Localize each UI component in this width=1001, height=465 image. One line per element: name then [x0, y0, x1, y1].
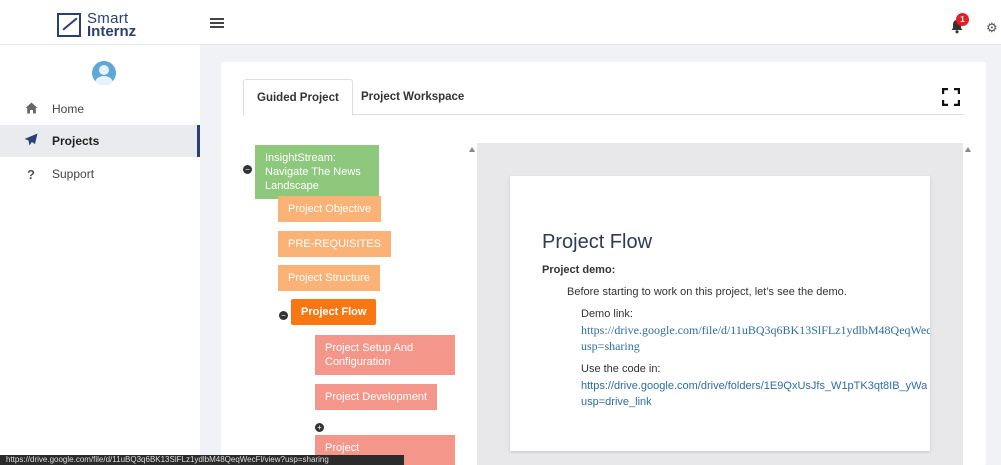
brand-line-2: Internz [87, 23, 137, 40]
code-link-continued[interactable]: usp=drive_link [581, 396, 652, 408]
doc-title: Project Flow [542, 231, 653, 253]
menu-toggle-icon[interactable] [210, 18, 224, 28]
sidebar-item-label: Home [52, 102, 85, 116]
brand-name: Smart Internz [87, 11, 137, 40]
tree-node-development[interactable]: Project Development [315, 384, 438, 410]
notification-badge: 1 [956, 13, 969, 26]
tree-node-objective[interactable]: Project Objective [278, 196, 382, 222]
logo-mark-icon [57, 13, 81, 37]
collapse-root-icon[interactable]: − [243, 165, 252, 174]
gear-icon[interactable]: ⚙ [986, 20, 998, 36]
fullscreen-icon[interactable] [941, 87, 961, 107]
viewer-left-scrollbar[interactable] [467, 143, 477, 465]
tab-project-workspace[interactable]: Project Workspace [348, 79, 477, 115]
scroll-up-arrow-icon[interactable] [469, 147, 475, 152]
code-link-label: Use the code in: [581, 363, 661, 375]
paper-plane-icon [24, 133, 38, 149]
sidebar-item-label: Support [52, 167, 95, 181]
question-icon: ? [27, 166, 35, 182]
code-link[interactable]: https://drive.google.com/drive/folders/1… [581, 380, 927, 392]
scroll-up-arrow-icon[interactable] [965, 147, 971, 152]
tab-guided-project[interactable]: Guided Project [243, 79, 353, 116]
collapse-flow-icon[interactable]: − [279, 311, 288, 320]
expand-node-icon[interactable]: + [315, 423, 324, 432]
viewer-right-scrollbar[interactable] [963, 143, 973, 465]
sidebar-item-projects[interactable]: Projects [0, 125, 200, 157]
demo-link-label: Demo link: [581, 308, 633, 320]
brand-logo[interactable]: Smart Internz [57, 11, 137, 40]
avatar[interactable] [92, 61, 116, 85]
tree-node-root[interactable]: InsightStream: Navigate The News Landsca… [255, 145, 379, 199]
demo-link-continued[interactable]: usp=sharing [581, 339, 640, 354]
sidebar-item-label: Projects [52, 134, 100, 148]
tree-node-setup[interactable]: Project Setup And Configuration [315, 335, 455, 375]
link-status-bar: https://drive.google.com/file/d/11uBQ3q6… [0, 455, 404, 465]
sidebar-item-support[interactable]: ? Support [0, 158, 200, 190]
demo-link[interactable]: https://drive.google.com/file/d/11uBQ3q6… [581, 323, 930, 338]
doc-intro: Before starting to work on this project,… [567, 286, 847, 298]
top-bar [0, 0, 1001, 45]
sidebar-item-home[interactable]: Home [0, 93, 200, 125]
home-icon [24, 102, 38, 117]
sidebar: Home Projects ? Support [0, 45, 200, 465]
tab-bar: Guided Project Project Workspace [243, 79, 963, 116]
tree-node-project-flow[interactable]: Project Flow [291, 299, 377, 325]
doc-subtitle: Project demo: [542, 264, 616, 276]
document-page: Project Flow Project demo: Before starti… [510, 176, 930, 451]
tree-node-prerequisites[interactable]: PRE-REQUISITES [278, 231, 391, 257]
tree-node-structure[interactable]: Project Structure [278, 265, 380, 291]
